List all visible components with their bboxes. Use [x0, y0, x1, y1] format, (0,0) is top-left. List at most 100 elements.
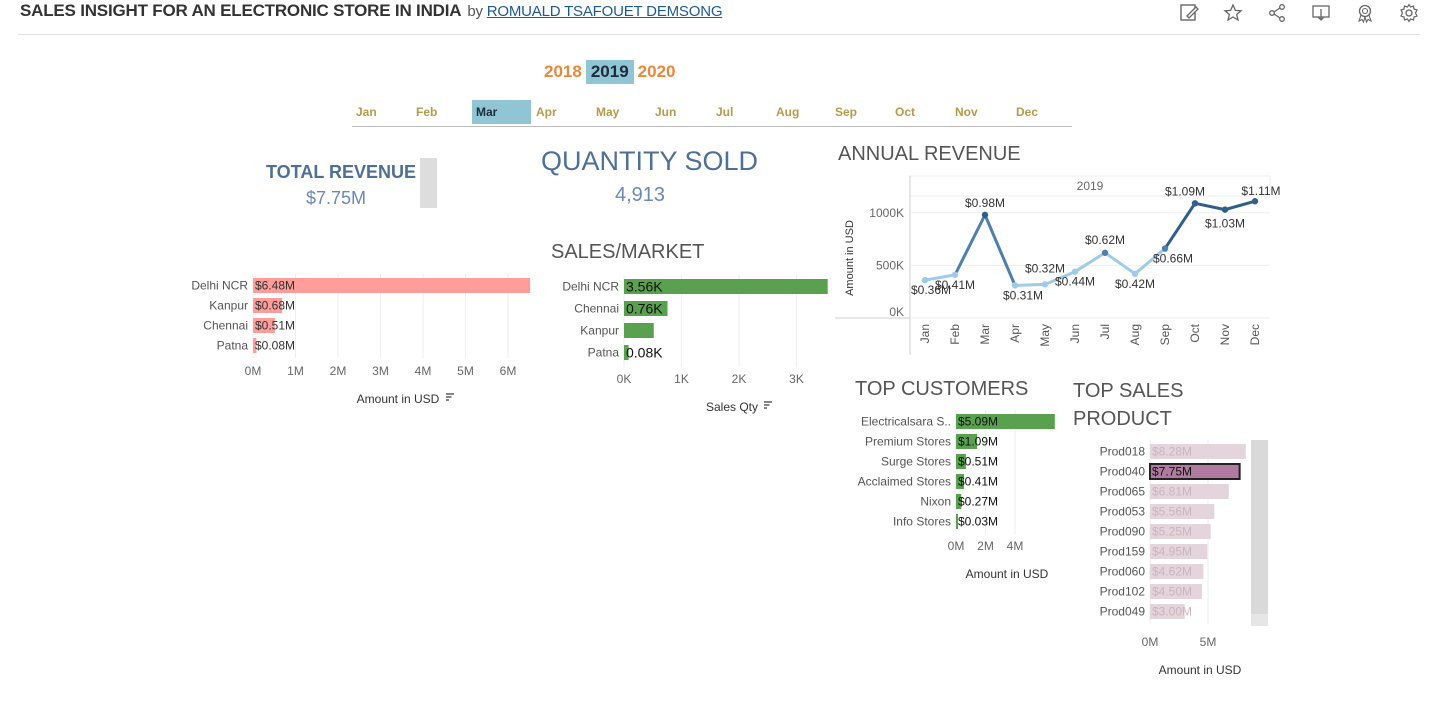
top_products-category-label: Prod053: [1100, 505, 1146, 519]
annual-x-tick: Apr: [1008, 324, 1022, 343]
top_products-category-label: Prod018: [1100, 445, 1146, 459]
qty_by_market-data-label: 0.08K: [626, 345, 663, 361]
top_products-data-label: $3.00M: [1152, 605, 1192, 619]
revenue_by_market-category-label: Kanpur: [209, 299, 248, 313]
top_products-category-label: Prod102: [1100, 585, 1146, 599]
top_products-category-label: Prod159: [1100, 545, 1146, 559]
revenue_by_market-tick-label: 5M: [457, 364, 474, 378]
top_products-data-label: $4.95M: [1152, 545, 1192, 559]
top_products-category-label: Prod060: [1100, 565, 1146, 579]
top_products-category-label: Prod090: [1100, 525, 1146, 539]
top_products-data-label: $4.50M: [1152, 585, 1192, 599]
annual-point[interactable]: [1101, 249, 1109, 256]
charts-layer: 0M 1M 2M 3M 4M 5M 6M Delhi NCR $6.48M Kanpur $0.68…: [191, 175, 1281, 677]
top_products-tick-label: 5M: [1200, 635, 1217, 649]
annual-x-tick: Oct: [1188, 323, 1202, 342]
revenue_by_market-tick-label: 1M: [287, 364, 304, 378]
top_customers-tick-label: 2M: [977, 539, 994, 553]
top_customers-tick-label: 4M: [1007, 539, 1024, 553]
revenue_by_market-category-label: Patna: [217, 339, 249, 353]
annual-data-label: $1.11M: [1241, 184, 1280, 198]
revenue_by_market-tick-label: 4M: [415, 364, 432, 378]
qty_by_market-category-label: Kanpur: [580, 324, 619, 338]
top_products-data-label: $8.28M: [1152, 445, 1192, 459]
annual-data-label: $0.41M: [935, 278, 975, 292]
annual-x-tick: May: [1038, 324, 1052, 347]
qty_by_market-tick-label: 0K: [617, 372, 632, 386]
annual-y-axis-title: Amount in USD: [844, 220, 856, 296]
annual-line-segment: [1074, 251, 1106, 273]
annual-data-label: $0.98M: [965, 196, 1005, 210]
revenue_by_market-axis-title: Amount in USD: [357, 392, 440, 406]
annual-x-tick: Aug: [1128, 324, 1142, 345]
annual-point[interactable]: [1251, 198, 1259, 205]
top_customers-category-label: Acclaimed Stores: [858, 475, 951, 489]
annual-x-tick: Jun: [1068, 324, 1082, 343]
annual-x-tick: Sep: [1158, 324, 1172, 346]
annual-data-label: $0.66M: [1153, 252, 1193, 266]
revenue_by_market-tick-label: 0M: [245, 364, 262, 378]
top_customers-data-label: $0.27M: [958, 495, 998, 509]
annual-data-label: $1.09M: [1165, 184, 1205, 198]
qty_by_market-bar[interactable]: [624, 323, 654, 338]
qty_by_market-category-label: Patna: [588, 346, 620, 360]
annual-line-segment: [1163, 202, 1197, 250]
top_products-data-label: $4.62M: [1152, 565, 1192, 579]
qty_by_market-category-label: Delhi NCR: [562, 280, 619, 294]
top_customers-data-label: $0.03M: [958, 515, 998, 529]
annual-point[interactable]: [1221, 206, 1229, 213]
annual-data-label: $0.31M: [1003, 288, 1043, 302]
annual-line-segment: [1014, 282, 1046, 287]
top_customers-data-label: $1.09M: [958, 435, 998, 449]
top_customers-data-label: $0.41M: [958, 475, 998, 489]
revenue_by_market-tick-label: 6M: [500, 364, 517, 378]
top_customers-axis-title: Amount in USD: [966, 567, 1049, 581]
annual-x-tick: Jan: [918, 324, 932, 343]
revenue_by_market-data-label: $0.51M: [255, 319, 295, 333]
top_customers-tick-label: 0M: [948, 539, 965, 553]
qty_by_market-tick-label: 1K: [674, 372, 689, 386]
revenue_by_market-data-label: $6.48M: [255, 279, 295, 293]
top_customers-category-label: Premium Stores: [865, 435, 951, 449]
annual-x-tick: Dec: [1248, 324, 1262, 345]
annual-x-tick: Feb: [948, 324, 962, 345]
qty_by_market-tick-label: 3K: [789, 372, 804, 386]
top_customers-category-label: Nixon: [920, 495, 951, 509]
qty_by_market-category-label: Chennai: [574, 302, 619, 316]
annual-data-label: $0.62M: [1085, 233, 1125, 247]
annual-point[interactable]: [1041, 281, 1049, 288]
top_customers-category-label: Electricalsara S..: [861, 415, 951, 429]
top_products-category-label: Prod065: [1100, 485, 1146, 499]
annual-line-segment: [983, 214, 1017, 286]
annual-x-tick: Nov: [1218, 324, 1232, 345]
annual-x-tick: Jul: [1098, 324, 1112, 339]
annual-x-tick: Mar: [978, 324, 992, 345]
top_products-category-label: Prod040: [1100, 465, 1146, 479]
qty_by_market-axis-title: Sales Qty: [706, 400, 758, 414]
top_products-category-label: Prod049: [1100, 605, 1146, 619]
annual-data-label: $0.44M: [1055, 275, 1095, 289]
revenue_by_market-category-label: Delhi NCR: [191, 279, 248, 293]
top_products-data-label: $6.81M: [1152, 485, 1192, 499]
annual-line-segment: [1104, 251, 1136, 276]
revenue_by_market-data-label: $0.08M: [255, 339, 295, 353]
annual-data-label: $1.03M: [1205, 217, 1245, 231]
annual-line-segment: [1194, 201, 1226, 212]
top_products-data-label: $5.56M: [1152, 505, 1192, 519]
qty_by_market-tick-label: 2K: [732, 372, 747, 386]
top_customers-data-label: $0.51M: [958, 455, 998, 469]
annual-point[interactable]: [981, 211, 989, 219]
annual-point[interactable]: [1191, 200, 1199, 207]
annual-data-label: $0.42M: [1115, 277, 1155, 291]
top_customers-category-label: Info Stores: [893, 515, 951, 529]
revenue_by_market-category-label: Chennai: [203, 319, 248, 333]
top_customers-data-label: $5.09M: [958, 415, 998, 429]
top_customers-category-label: Surge Stores: [881, 455, 951, 469]
annual-y-tick: 500K: [876, 258, 904, 272]
revenue_by_market-data-label: $0.68M: [255, 299, 295, 313]
qty_by_market-data-label: 0.76K: [626, 301, 663, 317]
annual-data-label: $0.32M: [1025, 261, 1065, 275]
annual-y-tick: 0K: [889, 305, 904, 319]
top_products-data-label: $7.75M: [1152, 465, 1192, 479]
annual-panel-year: 2019: [1077, 179, 1104, 193]
